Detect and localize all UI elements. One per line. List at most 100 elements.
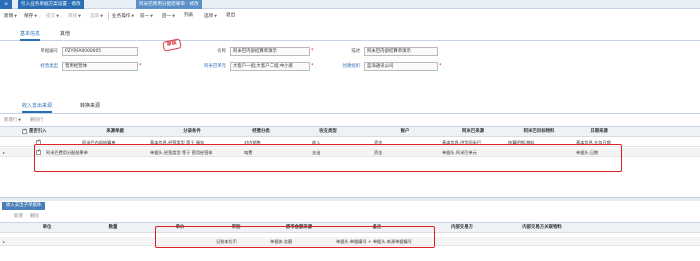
desc-field[interactable]: 阿米巴内部结算单演示 xyxy=(364,47,438,56)
highlight-box xyxy=(34,144,622,172)
op-type-label: 经营类型 xyxy=(40,64,58,69)
desc-label: 描述 xyxy=(351,49,360,54)
save-label: 保存 xyxy=(24,14,34,19)
biz-ops-button[interactable]: 业务操作▼ xyxy=(112,11,134,21)
cell-qty xyxy=(72,237,154,246)
tab-basic-info[interactable]: 基本信息 xyxy=(20,29,41,41)
col-amoeba-src: 阿米巴来源 xyxy=(462,129,484,134)
col-income-type: 收支类型 xyxy=(319,129,337,134)
col-source-doc: 来源单据 xyxy=(106,129,124,134)
select-all-checkbox[interactable] xyxy=(22,128,27,134)
delete-row-button[interactable]: 删除行 xyxy=(30,116,43,125)
options-button[interactable]: 选项▼ xyxy=(204,11,217,21)
required-mark: * xyxy=(311,63,314,69)
audited-stamp: 审核 xyxy=(162,38,182,52)
chevron-down-icon: ▼ xyxy=(78,14,81,18)
add-button[interactable]: 新增 xyxy=(14,212,23,221)
cell-internal-type xyxy=(502,237,582,246)
exit-label: 退出 xyxy=(226,13,236,18)
add-row-button[interactable]: 新增行▼ xyxy=(4,116,21,125)
list-label: 列表 xyxy=(184,13,194,18)
row-indicator-icon: ▸ xyxy=(3,150,6,155)
select-button[interactable]: 选单▼ xyxy=(90,11,103,21)
chevron-down-icon: ▼ xyxy=(34,14,37,18)
main-toolbar: 新增▼ 保存▼ 提交▼ 审核▼ 选单▼ 业务操作▼ 前一▼ 后一▼ 列表 选项▼… xyxy=(0,11,700,21)
home-icon: ⌂ xyxy=(4,1,8,7)
tab-allocation-result[interactable]: 阿米巴费用分配结果单 - 修改 xyxy=(136,0,202,9)
audit-label: 审核 xyxy=(68,14,78,19)
col-category: 经营分类 xyxy=(252,129,270,134)
new-button[interactable]: 新增▼ xyxy=(4,11,17,21)
tab-other-label: 其他 xyxy=(60,31,71,37)
chevron-down-icon: ▼ xyxy=(14,14,17,18)
chevron-down-icon: ▼ xyxy=(100,14,103,18)
doc-no-field[interactable]: PZYRFA0000005 xyxy=(62,47,138,56)
cell-unit xyxy=(22,237,72,246)
options-label: 选项 xyxy=(204,14,214,19)
tab-scheme-settings[interactable]: 引入业务单据方案设置 - 修改 xyxy=(18,0,84,9)
audit-button[interactable]: 审核▼ xyxy=(68,11,81,21)
col-filter: 分录条件 xyxy=(183,129,201,134)
stamp-text: 审核 xyxy=(166,40,178,48)
biz-ops-label: 业务操作 xyxy=(112,14,131,19)
submit-button[interactable]: 提交▼ xyxy=(46,11,59,21)
tab-other[interactable]: 其他 xyxy=(60,29,70,41)
doc-no-label: 单据编号 xyxy=(40,49,58,54)
next-label: 后一 xyxy=(162,14,172,19)
panel-splitter[interactable] xyxy=(0,197,700,201)
section-divider xyxy=(0,113,700,114)
form-subtabs: 基本信息 其他 xyxy=(0,29,700,41)
chevron-down-icon: ▼ xyxy=(150,14,153,18)
op-type-field[interactable]: 营用经营体 xyxy=(62,62,138,71)
chevron-down-icon: ▼ xyxy=(56,14,59,18)
document-tab-bar: ⌂ 引入业务单据方案设置 - 修改 阿米巴费用分配结果单 - 修改 xyxy=(0,0,700,9)
chevron-down-icon: ▼ xyxy=(131,14,135,18)
delete-row-label: 删除行 xyxy=(30,118,44,123)
col-internal-type: 内部交易方关联物料 xyxy=(522,225,562,230)
tab-label: 引入业务单据方案设置 - 修改 xyxy=(21,2,81,7)
required-mark: * xyxy=(311,48,314,54)
tab-income-source-label: 收入支出来源 xyxy=(22,103,53,109)
org-field[interactable]: 蓝海通讯公司 xyxy=(364,62,438,71)
submit-label: 提交 xyxy=(46,14,56,19)
highlight-box xyxy=(155,226,435,248)
add-row-label: 新增行 xyxy=(4,118,18,123)
save-button[interactable]: 保存▼ xyxy=(24,11,37,21)
grid-header: 是否引入 来源单据 分录条件 经营分类 收支类型 账户 阿米巴来源 阿米巴目标物… xyxy=(0,127,700,137)
exit-button[interactable]: 退出 xyxy=(226,11,235,21)
tab-conversion-source[interactable]: 转换来源 xyxy=(80,101,100,113)
tab-label: 阿米巴费用分配结果单 - 修改 xyxy=(139,2,199,7)
col-qty: 数量 xyxy=(108,225,118,230)
home-tab[interactable]: ⌂ xyxy=(0,0,12,9)
chevron-down-icon: ▼ xyxy=(214,14,217,18)
new-label: 新增 xyxy=(4,14,14,19)
prev-label: 前一 xyxy=(140,14,150,19)
chevron-down-icon: ▼ xyxy=(172,14,175,18)
org-label: 创建组织 xyxy=(342,64,360,69)
unit-field[interactable]: 大客户一组;大客户二组;中小客 xyxy=(230,62,310,71)
tab-income-source[interactable]: 收入支出来源 xyxy=(22,101,53,113)
col-enable: 是否引入 xyxy=(29,129,47,134)
required-mark: * xyxy=(139,63,142,69)
row-indicator-icon: ▸ xyxy=(3,239,6,244)
unit-label: 阿米巴单元 xyxy=(204,64,226,69)
prev-button[interactable]: 前一▼ xyxy=(140,11,153,21)
col-unit: 单位 xyxy=(42,225,52,230)
col-date-field: 日期来源 xyxy=(590,129,608,134)
col-account: 账户 xyxy=(400,129,410,134)
tab-basic-label: 基本信息 xyxy=(20,31,41,37)
list-button[interactable]: 列表 xyxy=(184,11,193,21)
add-label: 新增 xyxy=(14,214,23,219)
cell-internal-key xyxy=(432,237,502,246)
col-amoeba-tgt: 阿米巴目标物料 xyxy=(523,129,555,134)
sub-entity-title: 收入支出子单据体 xyxy=(2,202,46,210)
select-label: 选单 xyxy=(90,14,100,19)
name-label: 名称 xyxy=(217,49,226,54)
next-button[interactable]: 后一▼ xyxy=(162,11,175,21)
required-mark: * xyxy=(439,63,442,69)
name-field[interactable]: 阿米巴内部结算单演示 xyxy=(230,47,310,56)
chevron-down-icon: ▼ xyxy=(18,118,21,122)
delete-button[interactable]: 删除 xyxy=(30,212,39,221)
toolbar-divider xyxy=(108,12,109,20)
delete-label: 删除 xyxy=(30,214,39,219)
